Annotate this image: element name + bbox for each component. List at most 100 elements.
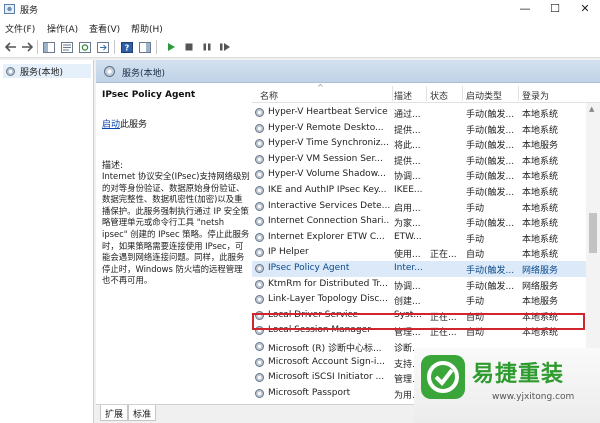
service-startup-type: 手动(触发... xyxy=(466,125,515,136)
tab-extended[interactable]: 扩展 xyxy=(100,405,129,421)
export-list-icon[interactable] xyxy=(96,41,110,53)
service-description-cell: 提供... xyxy=(394,125,421,136)
pause-service-icon[interactable] xyxy=(200,41,214,53)
brand-logo-icon xyxy=(421,355,465,399)
table-row[interactable]: Internet Explorer ETW C... ETW... 手动 本地系统 xyxy=(252,230,586,246)
tab-standard[interactable]: 标准 xyxy=(128,405,157,421)
column-divider[interactable] xyxy=(392,86,393,101)
table-row[interactable]: Hyper-V Heartbeat Service 通过... 手动(触发... 本地… xyxy=(252,105,586,121)
service-name: Hyper-V Remote Deskto... xyxy=(268,122,384,133)
service-name: Microsoft Account Sign-i... xyxy=(268,356,385,367)
service-log-on-as: 本地系统 xyxy=(522,125,559,136)
service-name: IKE and AuthIP IPsec Key... xyxy=(268,185,387,195)
highlight-box xyxy=(252,313,585,330)
table-row[interactable]: KtmRm for Distributed Tr... 协调... 手动(触发...… xyxy=(252,277,586,293)
forward-icon[interactable] xyxy=(20,41,34,53)
menu-help[interactable]: 帮助(H) xyxy=(131,22,163,35)
column-divider[interactable] xyxy=(462,86,463,101)
service-name: Microsoft (R) 诊断中心标... xyxy=(268,344,382,354)
table-row[interactable]: Link-Layer Topology Disc... 创建... 手动 本地服务 xyxy=(252,292,586,308)
start-service-link[interactable]: 启动 xyxy=(102,120,120,130)
service-startup-type: 手动(触发... xyxy=(466,188,515,198)
column-header-description[interactable]: 描述 xyxy=(394,89,412,102)
table-row[interactable]: Hyper-V Remote Deskto... 提供... 手动(触发... 本地系… xyxy=(252,121,586,137)
service-log-on-as: 本地系统 xyxy=(522,156,559,167)
service-name: Hyper-V Volume Shadow... xyxy=(268,169,386,180)
table-row[interactable]: Hyper-V Time Synchroniz... 将此... 手动(触发... 本… xyxy=(252,136,586,152)
restart-service-icon[interactable] xyxy=(218,41,232,53)
service-log-on-as: 本地系统 xyxy=(522,172,559,183)
menu-file[interactable]: 文件(F) xyxy=(5,22,35,35)
scroll-thumb[interactable] xyxy=(589,213,597,253)
service-name: KtmRm for Distributed Tr... xyxy=(268,278,388,289)
gear-icon xyxy=(255,139,264,149)
table-row[interactable]: Interactive Services Dete... 启用... 手动 本地系统 xyxy=(252,199,586,215)
title-bar: 服务 — ☐ ✕ xyxy=(0,0,600,18)
gear-icon xyxy=(255,388,264,398)
scroll-up-arrow-icon[interactable]: ▲ xyxy=(589,105,594,113)
table-row[interactable]: IP Helper 使用... 正在... 自动 本地系统 xyxy=(252,245,586,261)
service-description-cell: 启用... xyxy=(394,203,421,214)
service-name: Hyper-V Time Synchroniz... xyxy=(268,138,390,149)
service-log-on-as: 网络服务 xyxy=(522,281,559,292)
service-name: Microsoft Passport xyxy=(268,387,351,398)
content-header: 服务(本地) xyxy=(96,60,600,83)
table-row[interactable]: Hyper-V Volume Shadow... 协调... 手动(触发... 本地系… xyxy=(252,167,586,183)
menu-view[interactable]: 查看(V) xyxy=(89,22,120,35)
maximize-button[interactable]: ☐ xyxy=(540,0,570,18)
table-row[interactable]: Internet Connection Shari... 为家... 手动(触发..… xyxy=(252,214,586,230)
gear-icon xyxy=(255,154,264,164)
help-icon[interactable]: ? xyxy=(120,41,134,53)
service-name: Interactive Services Dete... xyxy=(268,200,390,211)
tree-item-services-local[interactable]: 服务(本地) xyxy=(3,64,91,78)
description-label: 描述: xyxy=(102,161,124,171)
service-details-panel: IPsec Policy Agent 启动此服务 描述: Internet 协议… xyxy=(96,84,252,404)
service-startup-type: 手动 xyxy=(466,203,485,214)
column-divider[interactable] xyxy=(426,86,427,101)
service-description-cell: 协调... xyxy=(394,172,421,183)
gear-icon xyxy=(255,295,264,305)
stop-service-icon[interactable] xyxy=(182,41,196,53)
service-log-on-as: 网络服务 xyxy=(522,266,559,276)
service-description-cell: Inter... xyxy=(394,263,423,273)
column-header-startup-type[interactable]: 启动类型 xyxy=(466,89,502,102)
service-log-on-as: 本地系统 xyxy=(522,250,559,261)
table-row-selected[interactable]: IPsec Policy Agent Inter... 手动(触发... 网络服务 xyxy=(252,261,586,277)
console-tree-icon[interactable] xyxy=(138,41,152,53)
table-row[interactable]: IKE and AuthIP IPsec Key... IKEE... 手动(触发.… xyxy=(252,183,586,199)
service-name: Link-Layer Topology Disc... xyxy=(268,294,388,305)
gear-icon xyxy=(255,108,264,117)
watermark-title: 易捷重装 xyxy=(472,362,565,387)
service-title: IPsec Policy Agent xyxy=(102,90,196,100)
minimize-button[interactable]: — xyxy=(510,0,540,18)
refresh-icon[interactable] xyxy=(78,41,92,53)
service-name: IPsec Policy Agent xyxy=(268,263,350,273)
column-header-name[interactable]: 名称 xyxy=(260,89,278,102)
console-tree: 服务(本地) xyxy=(0,60,94,423)
gear-icon xyxy=(104,66,115,77)
service-name: Microsoft iSCSI Initiator ... xyxy=(268,372,385,383)
properties-icon[interactable] xyxy=(60,41,74,53)
window-title: 服务 xyxy=(20,6,39,16)
service-startup-type: 手动(触发... xyxy=(466,156,515,167)
toolbar-separator xyxy=(156,40,157,54)
column-divider[interactable] xyxy=(518,86,519,101)
show-hide-tree-icon[interactable] xyxy=(42,41,56,53)
column-header-status[interactable]: 状态 xyxy=(430,89,448,102)
toolbar-separator xyxy=(114,40,115,54)
table-row[interactable]: Hyper-V VM Session Ser... 提供... 手动(触发... 本地… xyxy=(252,152,586,168)
service-status: 正在... xyxy=(430,250,457,261)
service-name: Hyper-V Heartbeat Service xyxy=(268,107,388,117)
start-service-icon[interactable] xyxy=(164,41,178,53)
service-log-on-as: 本地系统 xyxy=(522,188,559,198)
back-icon[interactable] xyxy=(4,41,18,53)
service-description-cell: 使用... xyxy=(394,250,421,261)
column-header-log-on-as[interactable]: 登录为 xyxy=(522,89,549,102)
service-startup-type: 手动(触发... xyxy=(466,141,515,152)
menu-action[interactable]: 操作(A) xyxy=(47,22,78,35)
service-log-on-as: 本地服务 xyxy=(522,141,559,152)
close-button[interactable]: ✕ xyxy=(570,0,600,18)
toolbar: ? xyxy=(0,36,600,58)
gear-icon xyxy=(255,232,264,242)
service-startup-type: 手动(触发... xyxy=(466,219,515,230)
